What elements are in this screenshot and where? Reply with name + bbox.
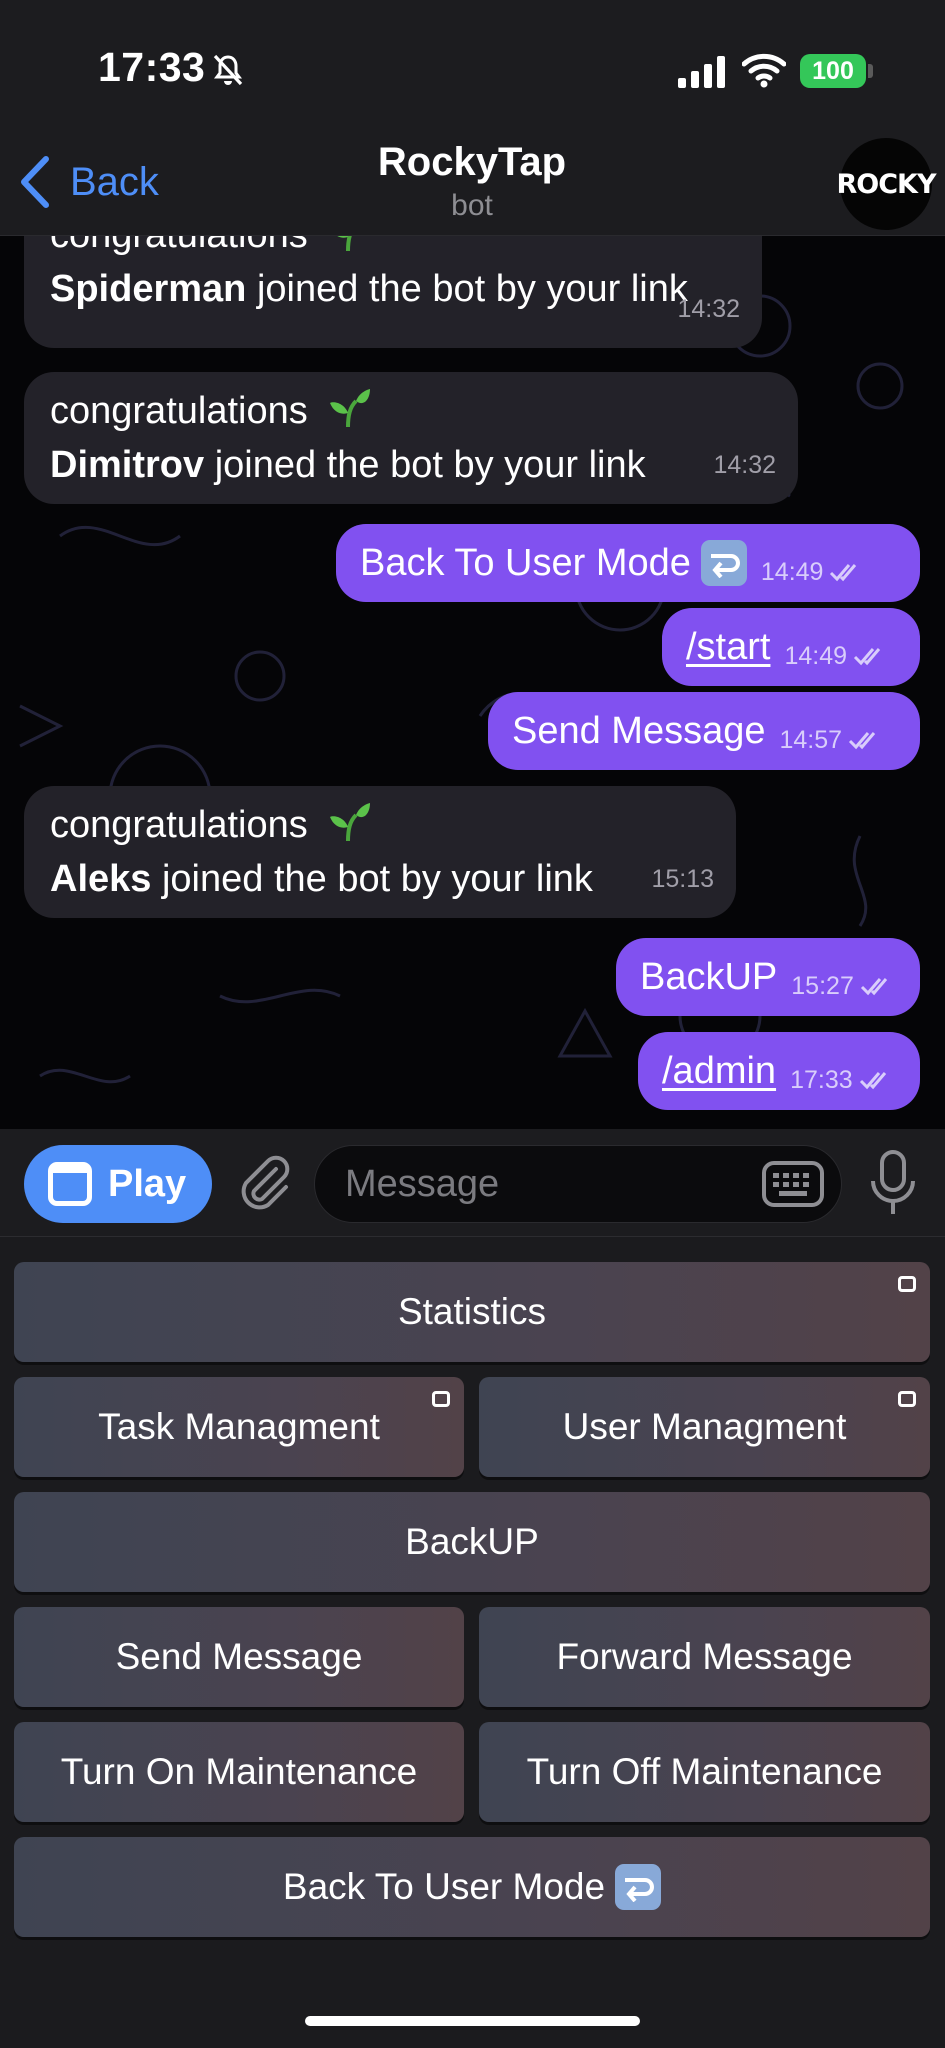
chat-title: RockyTap xyxy=(377,140,567,184)
message-meta: 14:49 xyxy=(784,629,889,683)
message-body: Aleks joined the bot by your link xyxy=(50,852,712,906)
outgoing-message[interactable]: Send Message 14:57 xyxy=(488,692,920,770)
turn-off-maintenance-button[interactable]: Turn Off Maintenance xyxy=(479,1722,930,1822)
message-line: congratulations xyxy=(50,236,738,262)
outgoing-message[interactable]: /admin 17:33 xyxy=(638,1032,920,1110)
message-time: 14:32 xyxy=(713,451,776,479)
backup-button[interactable]: BackUP xyxy=(14,1492,930,1592)
outgoing-message[interactable]: Back To User Mode 14:49 xyxy=(336,524,920,602)
signal-icon xyxy=(678,56,725,88)
user-name: Aleks xyxy=(50,858,152,900)
wifi-icon xyxy=(742,53,786,88)
sprout-emoji-icon xyxy=(330,389,371,428)
user-name: Spiderman xyxy=(50,268,247,310)
message-line: congratulations xyxy=(50,384,774,438)
message-time: 14:49 xyxy=(760,558,824,586)
message-text: Back To User Mode xyxy=(360,542,691,584)
button-label: User Managment xyxy=(562,1406,847,1447)
task-managment-button[interactable]: Task Managment xyxy=(14,1377,464,1477)
message-meta: 15:27 xyxy=(791,959,896,1013)
battery-indicator: 100 xyxy=(800,54,866,88)
double-check-icon xyxy=(859,1072,886,1090)
web-app-mini-icon xyxy=(898,1276,916,1292)
play-label: Play xyxy=(108,1162,187,1205)
bell-slash-icon xyxy=(213,54,243,86)
message-greeting: congratulations xyxy=(50,236,308,256)
bot-keyboard: Statistics Task Managment User Managment… xyxy=(0,1237,945,2048)
top-bar: 17:33 100 Back RockyTap bot ROCKY xyxy=(0,0,945,236)
battery-cap xyxy=(868,64,873,78)
message-meta: 14:49 xyxy=(761,545,866,599)
web-app-mini-icon xyxy=(898,1391,916,1407)
message-body: Dimitrov joined the bot by your link xyxy=(50,438,774,492)
message-field[interactable] xyxy=(314,1145,842,1223)
double-check-icon xyxy=(860,978,887,996)
button-label: Back To User Mode xyxy=(282,1866,606,1907)
double-check-icon xyxy=(849,732,876,750)
incoming-message[interactable]: congratulations Aleks joined the bot by … xyxy=(24,786,736,918)
chat-area[interactable]: congratulations Spiderman joined the bot… xyxy=(0,236,945,1129)
message-time: 14:57 xyxy=(779,726,843,754)
back-label: Back xyxy=(70,159,159,204)
sprout-emoji-icon xyxy=(330,803,371,842)
message-time: 14:49 xyxy=(784,642,848,670)
double-check-icon xyxy=(830,564,857,582)
chevron-left-icon xyxy=(21,156,49,208)
send-message-button[interactable]: Send Message xyxy=(14,1607,464,1707)
button-label: Task Managment xyxy=(98,1406,380,1447)
user-name: Dimitrov xyxy=(50,444,205,486)
message-time: 15:27 xyxy=(791,972,854,1000)
command-link[interactable]: /admin xyxy=(662,1044,776,1098)
message-body: Spiderman joined the bot by your link xyxy=(50,262,738,316)
back-button[interactable]: Back xyxy=(18,150,159,214)
web-app-icon xyxy=(48,1162,92,1206)
button-label: Forward Message xyxy=(556,1636,853,1677)
message-time: 17:33 xyxy=(790,1066,853,1094)
outgoing-message[interactable]: BackUP 15:27 xyxy=(616,938,920,1016)
web-app-mini-icon xyxy=(432,1391,450,1407)
return-arrow-emoji-icon xyxy=(615,1864,662,1910)
button-label: Statistics xyxy=(397,1291,547,1332)
message-text: joined the bot by your link xyxy=(161,858,593,900)
incoming-message[interactable]: congratulations Dimitrov joined the bot … xyxy=(24,372,798,504)
statistics-button[interactable]: Statistics xyxy=(14,1262,930,1362)
outgoing-message[interactable]: /start 14:49 xyxy=(662,608,920,686)
incoming-message[interactable]: congratulations Spiderman joined the bot… xyxy=(24,236,762,348)
message-text: joined the bot by your link xyxy=(256,268,688,310)
message-input-bar: Play xyxy=(0,1129,945,1237)
chat-subtitle: bot xyxy=(451,189,493,222)
avatar[interactable]: ROCKY xyxy=(836,138,937,230)
message-time: 14:32 xyxy=(677,295,740,323)
message-meta: 17:33 xyxy=(790,1053,895,1107)
message-line: congratulations xyxy=(50,798,712,852)
user-managment-button[interactable]: User Managment xyxy=(479,1377,930,1477)
sprout-emoji-icon xyxy=(337,236,353,252)
button-label: Send Message xyxy=(115,1636,363,1677)
return-arrow-emoji-icon xyxy=(700,540,747,586)
paperclip-icon[interactable] xyxy=(232,1151,296,1215)
turn-on-maintenance-button[interactable]: Turn On Maintenance xyxy=(14,1722,464,1822)
play-button[interactable]: Play xyxy=(24,1145,212,1223)
chat-title-area[interactable]: RockyTap bot xyxy=(272,140,672,223)
message-greeting: congratulations xyxy=(50,390,308,432)
keyboard-icon[interactable] xyxy=(761,1160,825,1208)
button-label: Turn On Maintenance xyxy=(60,1751,418,1792)
command-link[interactable]: /start xyxy=(686,620,770,674)
status-time: 17:33 xyxy=(98,44,206,90)
message-text: BackUP xyxy=(640,956,778,998)
back-to-user-mode-button[interactable]: Back To User Mode xyxy=(14,1837,930,1937)
home-indicator[interactable] xyxy=(305,2016,640,2026)
message-greeting: congratulations xyxy=(50,804,308,846)
message-meta: 14:57 xyxy=(780,713,885,767)
message-text: Send Message xyxy=(512,710,766,752)
forward-message-button[interactable]: Forward Message xyxy=(479,1607,930,1707)
message-text: joined the bot by your link xyxy=(214,444,646,486)
message-time: 15:13 xyxy=(651,865,714,893)
message-input[interactable] xyxy=(345,1146,745,1222)
button-label: BackUP xyxy=(405,1521,539,1562)
microphone-icon[interactable] xyxy=(868,1149,918,1217)
double-check-icon xyxy=(853,648,881,666)
button-label: Turn Off Maintenance xyxy=(526,1751,883,1792)
